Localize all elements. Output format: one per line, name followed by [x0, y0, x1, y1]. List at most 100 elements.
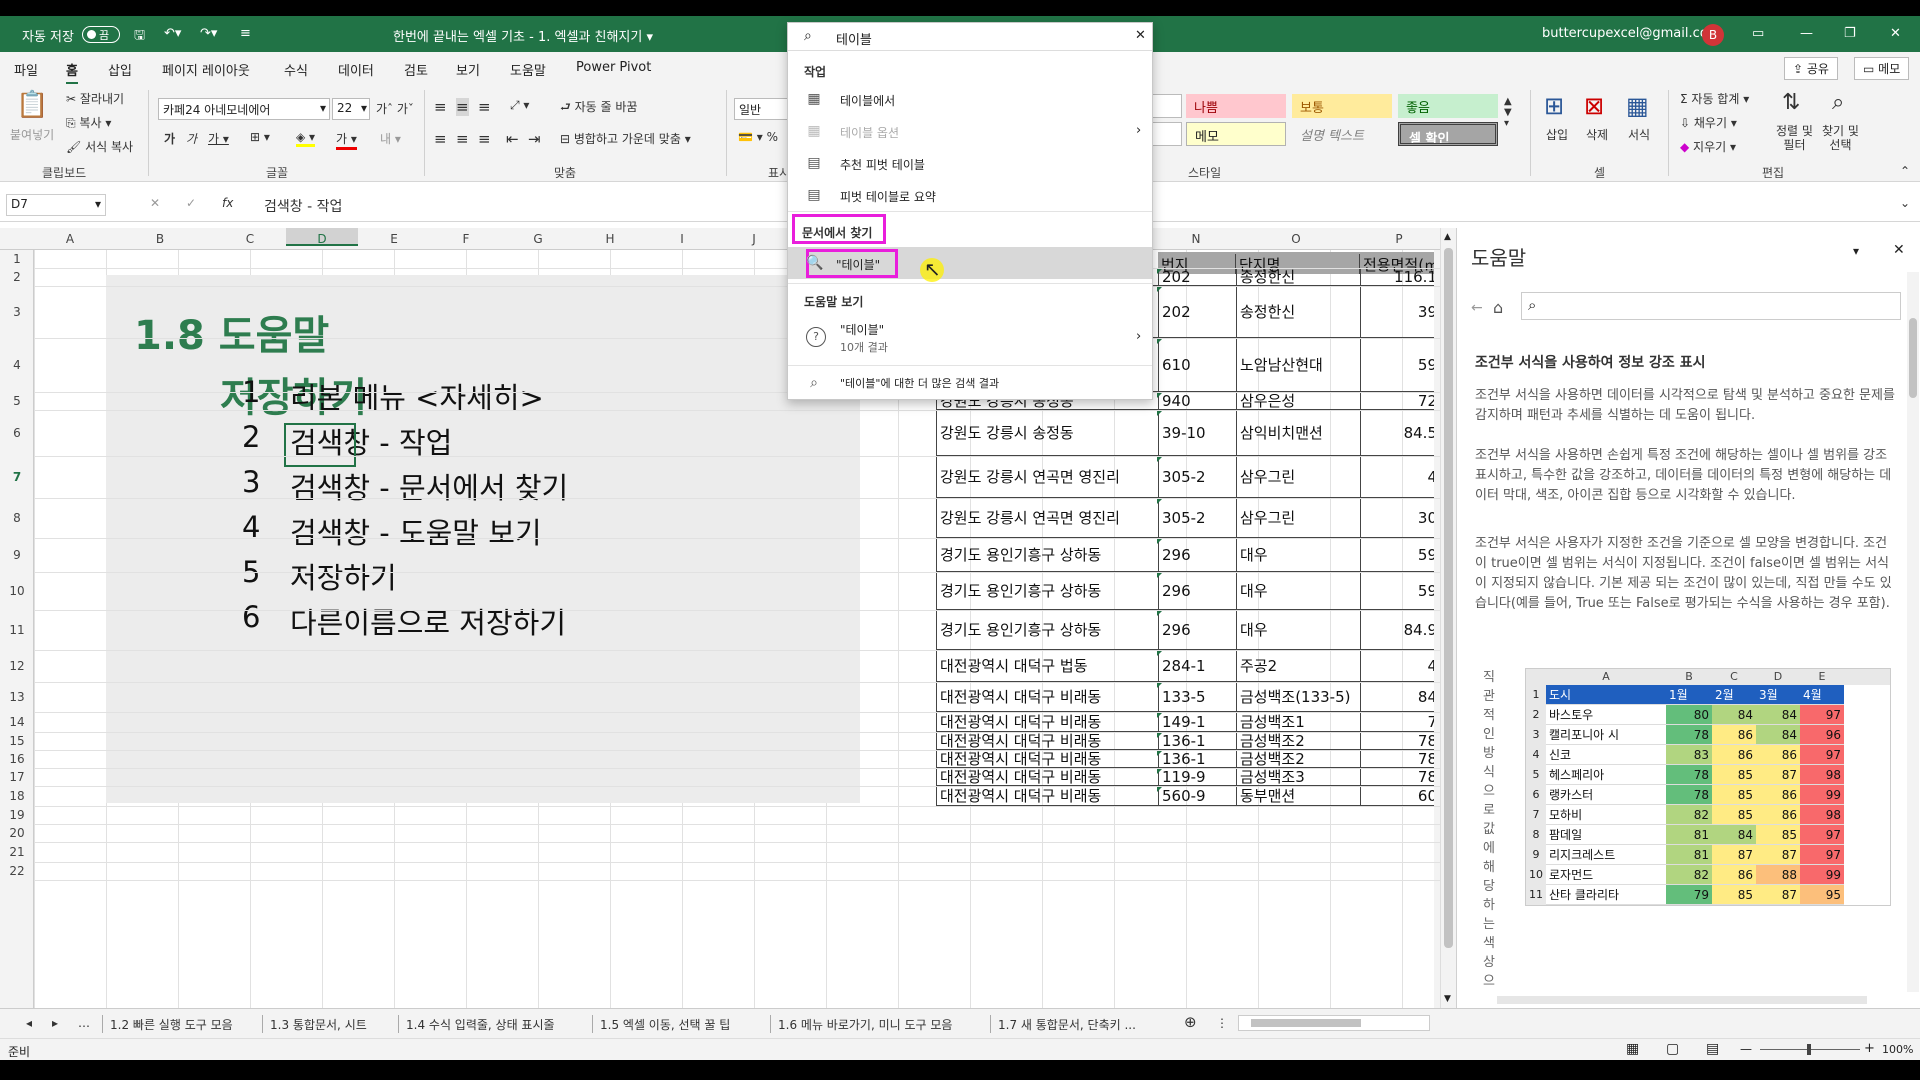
table-cell[interactable]: 금성백조1 — [1236, 712, 1360, 732]
tab-home[interactable]: 홈 — [66, 60, 78, 85]
table-cell[interactable]: 78 — [1360, 768, 1440, 786]
sort-filter-icon[interactable]: ⇅ — [1782, 90, 1800, 115]
normal-view-icon[interactable]: ▦ — [1626, 1041, 1639, 1057]
table-cell[interactable]: 78 — [1360, 750, 1440, 768]
table-cell[interactable]: 116.1 — [1360, 268, 1440, 286]
align-left-icon[interactable]: ≡ — [434, 130, 447, 148]
table-cell[interactable]: 60 — [1360, 786, 1440, 806]
next-sheet-icon[interactable]: ▸ — [52, 1016, 58, 1030]
row-header[interactable]: 16 — [0, 752, 34, 766]
tab-power-pivot[interactable]: Power Pivot — [576, 60, 651, 75]
collapse-ribbon-icon[interactable]: ⌃ — [1900, 164, 1910, 178]
sheet-tab[interactable]: 1.2 빠른 실행 도구 모음 — [110, 1016, 233, 1033]
row-header[interactable]: 14 — [0, 715, 34, 729]
column-header[interactable]: B — [106, 232, 214, 246]
doc-search-item[interactable]: "테이블" — [836, 256, 880, 273]
column-header[interactable]: C — [214, 232, 286, 246]
zoom-out-icon[interactable]: — — [1740, 1042, 1752, 1056]
restore-icon[interactable]: ❐ — [1844, 26, 1856, 41]
column-header[interactable]: P — [1358, 232, 1440, 246]
table-cell[interactable]: 노암남산현대 — [1236, 338, 1360, 392]
ribbon-display-icon[interactable]: ▭ — [1752, 26, 1764, 41]
column-header[interactable]: E — [358, 232, 430, 246]
table-cell[interactable]: 305-2 — [1158, 456, 1236, 498]
row-header[interactable]: 12 — [0, 659, 34, 673]
autosum-button[interactable]: Σ 자동 합계 ▾ — [1680, 90, 1749, 107]
font-color-button[interactable]: 가 ▾ — [336, 130, 357, 150]
table-cell[interactable]: 202 — [1158, 268, 1236, 286]
table-cell[interactable]: 296 — [1158, 572, 1236, 610]
tab-insert[interactable]: 삽입 — [108, 60, 132, 79]
cancel-icon[interactable]: ✕ — [150, 196, 160, 210]
minimize-icon[interactable]: — — [1800, 26, 1813, 41]
tab-view[interactable]: 보기 — [456, 60, 480, 79]
style-check-cell[interactable]: 셀 확인 — [1398, 122, 1498, 146]
tab-page-layout[interactable]: 페이지 레이아웃 — [162, 60, 250, 79]
table-cell[interactable]: 대우 — [1236, 538, 1360, 572]
row-header[interactable]: 2 — [0, 270, 34, 284]
table-cell[interactable]: 136-1 — [1158, 750, 1236, 768]
scroll-up-icon[interactable]: ▲ — [1444, 232, 1451, 242]
currency-icon[interactable]: 💳 ▾ % — [738, 130, 778, 144]
table-cell[interactable]: 송정한신 — [1236, 286, 1360, 338]
table-cell[interactable]: 주공2 — [1236, 650, 1360, 682]
format-painter-button[interactable]: 🖌 서식 복사 — [66, 138, 133, 155]
enter-icon[interactable]: ✓ — [186, 196, 196, 210]
tab-help[interactable]: 도움말 — [510, 60, 546, 79]
table-cell[interactable]: 119-9 — [1158, 768, 1236, 786]
table-cell[interactable]: 강원도 강릉시 연곡면 영진리 — [936, 498, 1158, 538]
action-item[interactable]: 테이블에서 — [840, 92, 895, 109]
worksheet-grid[interactable]: 1.8 도움말 저장하기 1 리본 메뉴 <자세히> 2 검색창 - 작업 3 검색창 -… — [34, 250, 1440, 1008]
row-header[interactable]: 9 — [0, 548, 34, 562]
help-item[interactable]: "테이블" — [840, 321, 884, 338]
table-cell[interactable]: 경기도 용인기흥구 상하동 — [936, 572, 1158, 610]
delete-cells-button[interactable]: 삭제 — [1586, 126, 1608, 143]
cut-button[interactable]: ✂ 잘라내기 — [66, 90, 124, 107]
table-cell[interactable]: 동부맨션 — [1236, 786, 1360, 806]
find-select-button[interactable]: 찾기 및 선택 — [1822, 124, 1859, 152]
help-scrollbar[interactable]: ⌄ — [1907, 272, 1919, 1035]
font-size-buttons[interactable]: 가ˆ 가ˇ — [376, 100, 414, 117]
table-cell[interactable]: 84 — [1360, 682, 1440, 712]
table-cell[interactable]: 금성백조(133-5) — [1236, 682, 1360, 712]
table-cell[interactable]: 59 — [1360, 538, 1440, 572]
new-sheet-icon[interactable]: ⊕ — [1184, 1013, 1197, 1031]
table-cell[interactable]: 대우 — [1236, 610, 1360, 650]
table-cell[interactable]: 59 — [1360, 338, 1440, 392]
horizontal-scrollbar[interactable] — [1238, 1015, 1430, 1031]
close-icon[interactable]: ✕ — [1890, 26, 1901, 41]
fill-button[interactable]: ⇩ 채우기 ▾ — [1680, 114, 1737, 131]
table-cell[interactable]: 78 — [1360, 732, 1440, 750]
scroll-thumb[interactable] — [1444, 248, 1453, 948]
row-header[interactable]: 21 — [0, 845, 34, 859]
sheet-tab[interactable]: 1.3 통합문서, 시트 — [270, 1016, 367, 1033]
zoom-in-icon[interactable]: + — [1864, 1041, 1875, 1056]
account-email[interactable]: buttercupexcel@gmail.com — [1542, 26, 1720, 41]
page-layout-view-icon[interactable]: ▢ — [1666, 1041, 1679, 1057]
zoom-level[interactable]: 100% — [1882, 1043, 1913, 1056]
table-cell[interactable]: 84.9 — [1360, 610, 1440, 650]
row-header[interactable]: 6 — [0, 426, 34, 440]
tab-review[interactable]: 검토 — [404, 60, 428, 79]
bold-button[interactable]: 가 — [164, 130, 175, 147]
table-cell[interactable]: 202 — [1158, 286, 1236, 338]
table-cell[interactable]: 30 — [1360, 498, 1440, 538]
table-cell[interactable]: 금성백조2 — [1236, 750, 1360, 768]
underline-button[interactable]: 가 ▾ — [208, 130, 229, 147]
action-item[interactable]: 피벗 테이블로 요약 — [840, 188, 936, 205]
table-cell[interactable]: 강원도 강릉시 송정동 — [936, 410, 1158, 456]
style-note[interactable]: 메모 — [1186, 122, 1286, 146]
paste-icon[interactable]: 📋 — [16, 90, 48, 120]
table-cell[interactable]: 59 — [1360, 572, 1440, 610]
column-header[interactable]: N — [1158, 232, 1234, 246]
column-header[interactable]: I — [646, 232, 718, 246]
font-name-select[interactable]: 카페24 아네모네에어 ▾ — [158, 98, 330, 120]
row-header[interactable]: 13 — [0, 690, 34, 704]
table-cell[interactable]: 149-1 — [1158, 712, 1236, 732]
action-item-disabled[interactable]: 테이블 옵션 — [840, 124, 899, 141]
back-icon[interactable]: ← — [1471, 300, 1483, 316]
close-pane-icon[interactable]: ✕ — [1893, 242, 1905, 258]
avatar[interactable]: B — [1702, 24, 1724, 46]
table-cell[interactable]: 삼우은성 — [1236, 392, 1360, 410]
save-icon[interactable]: 🖫 — [134, 26, 145, 48]
